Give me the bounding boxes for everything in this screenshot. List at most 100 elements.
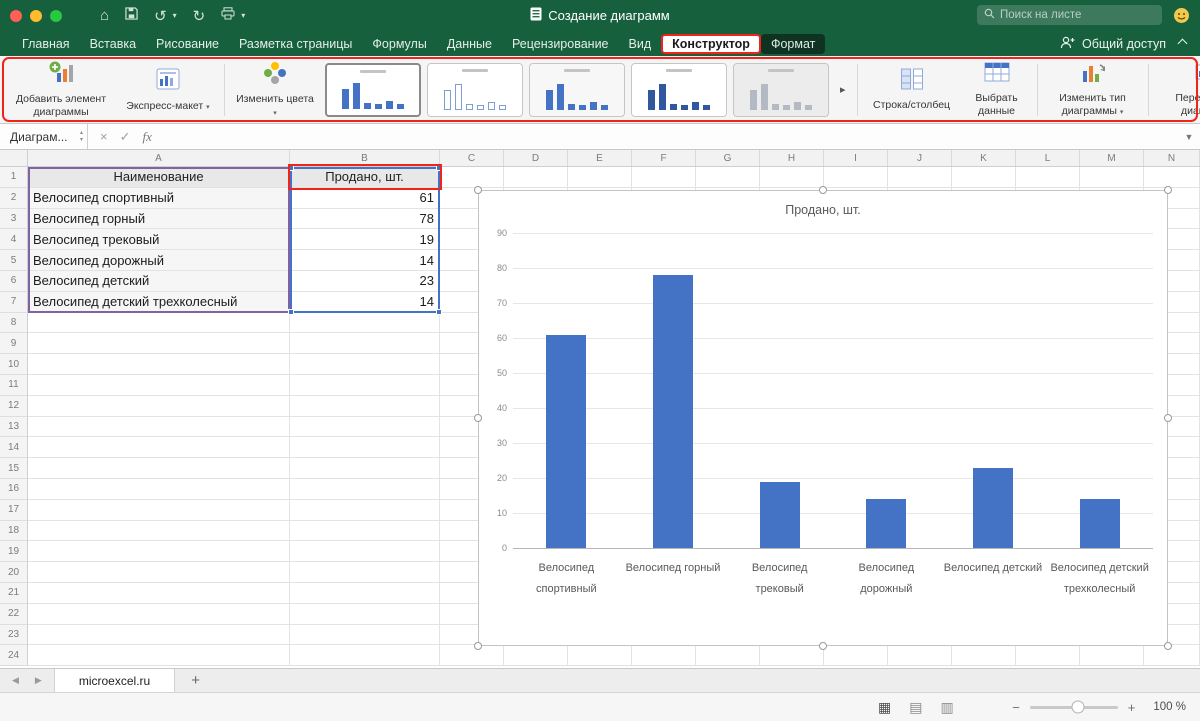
cell-A8[interactable] (28, 313, 290, 334)
cell-A14[interactable] (28, 437, 290, 458)
select-data-button[interactable]: Выбрать данные (966, 61, 1028, 118)
tab-8[interactable]: Вид (619, 34, 662, 54)
cell-H24[interactable] (760, 645, 824, 666)
row-header-2[interactable]: 2 (0, 188, 28, 209)
row-header-5[interactable]: 5 (0, 250, 28, 271)
cell-G1[interactable] (696, 167, 760, 188)
chart-resize-handle[interactable] (819, 642, 827, 650)
formula-bar-expand-icon[interactable]: ▼ (1178, 132, 1200, 142)
cell-A20[interactable] (28, 562, 290, 583)
row-header-15[interactable]: 15 (0, 458, 28, 479)
column-header-N[interactable]: N (1144, 150, 1200, 166)
quick-layout-button[interactable]: Экспресс-макет ▾ (121, 66, 215, 112)
row-header-13[interactable]: 13 (0, 417, 28, 438)
row-header-17[interactable]: 17 (0, 500, 28, 521)
switch-row-column-button[interactable]: Строка/столбец (867, 67, 957, 111)
cell-A24[interactable] (28, 645, 290, 666)
cell-A9[interactable] (28, 333, 290, 354)
tab-9[interactable]: Конструктор (661, 34, 761, 54)
cell-N24[interactable] (1144, 645, 1200, 666)
selection-handle[interactable] (436, 165, 442, 171)
cell-I24[interactable] (824, 645, 888, 666)
chart-bar-2[interactable] (653, 275, 693, 548)
cell-M1[interactable] (1080, 167, 1144, 188)
column-header-K[interactable]: K (952, 150, 1016, 166)
cancel-entry-icon[interactable]: × (100, 129, 108, 144)
share-button[interactable]: Общий доступ (1060, 31, 1200, 56)
sheet-next-icon[interactable]: ▶ (35, 675, 42, 686)
chart-style-thumbnail-3[interactable] (529, 63, 625, 117)
cell-K1[interactable] (952, 167, 1016, 188)
embedded-chart[interactable]: Продано, шт. 0102030405060708090Велосипе… (478, 190, 1168, 646)
selection-handle[interactable] (436, 309, 442, 315)
cell-B13[interactable] (290, 417, 440, 438)
chart-resize-handle[interactable] (474, 642, 482, 650)
cell-B18[interactable] (290, 521, 440, 542)
cell-B21[interactable] (290, 583, 440, 604)
cell-A13[interactable] (28, 417, 290, 438)
column-header-M[interactable]: M (1080, 150, 1144, 166)
cell-A4[interactable]: Велосипед трековый (28, 229, 290, 250)
row-header-16[interactable]: 16 (0, 479, 28, 500)
cell-E24[interactable] (568, 645, 632, 666)
cell-C24[interactable] (440, 645, 504, 666)
chart-bar-6[interactable] (1080, 499, 1120, 548)
chart-style-thumbnail-4[interactable] (631, 63, 727, 117)
tab-6[interactable]: Данные (437, 34, 502, 54)
row-header-7[interactable]: 7 (0, 292, 28, 313)
cell-A17[interactable] (28, 500, 290, 521)
row-header-19[interactable]: 19 (0, 541, 28, 562)
cell-A3[interactable]: Велосипед горный (28, 209, 290, 230)
undo-icon[interactable]: ↺ (154, 7, 167, 25)
cell-N1[interactable] (1144, 167, 1200, 188)
cell-A16[interactable] (28, 479, 290, 500)
selection-handle[interactable] (288, 165, 294, 171)
undo-dropdown-icon[interactable]: ▾ (173, 11, 177, 20)
cell-A23[interactable] (28, 625, 290, 646)
column-header-A[interactable]: A (28, 150, 290, 166)
cell-B15[interactable] (290, 458, 440, 479)
tab-1[interactable]: Главная (12, 34, 80, 54)
chart-style-thumbnail-2[interactable] (427, 63, 523, 117)
tab-5[interactable]: Формулы (362, 34, 436, 54)
cell-E1[interactable] (568, 167, 632, 188)
cell-F24[interactable] (632, 645, 696, 666)
row-header-22[interactable]: 22 (0, 604, 28, 625)
column-header-I[interactable]: I (824, 150, 888, 166)
chart-resize-handle[interactable] (474, 186, 482, 194)
save-icon[interactable] (125, 7, 138, 24)
cell-B24[interactable] (290, 645, 440, 666)
cell-J24[interactable] (888, 645, 952, 666)
chart-resize-handle[interactable] (1164, 642, 1172, 650)
column-header-H[interactable]: H (760, 150, 824, 166)
tab-10[interactable]: Формат (761, 34, 825, 54)
cell-J1[interactable] (888, 167, 952, 188)
cell-B8[interactable] (290, 313, 440, 334)
cell-A2[interactable]: Велосипед спортивный (28, 188, 290, 209)
cell-B20[interactable] (290, 562, 440, 583)
cell-B19[interactable] (290, 541, 440, 562)
zoom-slider-thumb[interactable] (1072, 701, 1085, 714)
cell-B12[interactable] (290, 396, 440, 417)
confirm-entry-icon[interactable]: ✓ (120, 129, 131, 145)
chart-title[interactable]: Продано, шт. (479, 203, 1167, 217)
chart-bar-5[interactable] (973, 468, 1013, 549)
column-header-J[interactable]: J (888, 150, 952, 166)
sheet-tab-microexcel[interactable]: microexcel.ru (54, 669, 175, 692)
cell-A6[interactable]: Велосипед детский (28, 271, 290, 292)
selection-handle[interactable] (288, 309, 294, 315)
chart-resize-handle[interactable] (1164, 414, 1172, 422)
value-range-selection[interactable] (290, 167, 440, 313)
select-all-corner[interactable] (0, 150, 28, 166)
cell-A15[interactable] (28, 458, 290, 479)
search-input[interactable] (1000, 9, 1155, 21)
name-box[interactable]: Диаграм... ▴▾ (0, 124, 88, 149)
cell-A18[interactable] (28, 521, 290, 542)
cell-B14[interactable] (290, 437, 440, 458)
cell-B23[interactable] (290, 625, 440, 646)
chart-resize-handle[interactable] (474, 414, 482, 422)
cell-L24[interactable] (1016, 645, 1080, 666)
collapse-ribbon-icon[interactable] (1178, 39, 1188, 49)
minimize-window-button[interactable] (30, 10, 42, 22)
row-header-21[interactable]: 21 (0, 583, 28, 604)
